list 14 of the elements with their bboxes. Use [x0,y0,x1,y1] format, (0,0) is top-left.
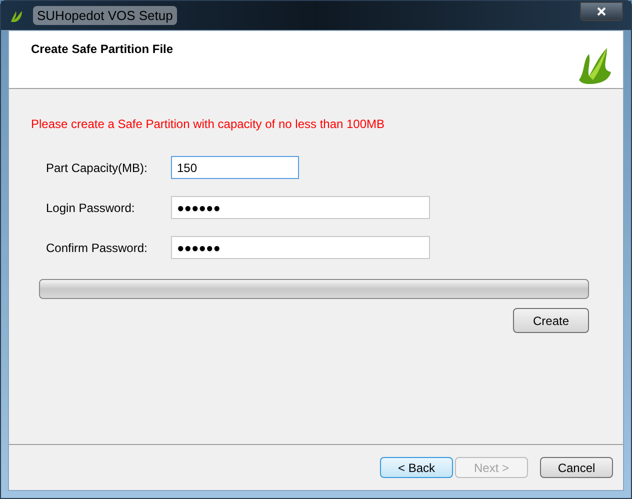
field-label: Login Password: [46,200,136,216]
field-label: Confirm Password: [46,240,148,256]
wizard-button[interactable]: Cancel [540,457,613,478]
input-field[interactable]: ●●●●●● [171,236,430,259]
notice-text: Please create a Safe Partition with capacity of no less than 100MB [31,116,386,133]
field-label: Part Capacity(MB): [46,160,148,176]
page-heading: Create Safe Partition File [31,41,174,58]
wizard-button[interactable]: < Back [380,457,453,478]
input-field[interactable]: 150 [171,156,299,179]
create-button[interactable]: Create [513,308,589,333]
input-field[interactable]: ●●●●●● [171,196,430,219]
close-button[interactable] [580,2,623,21]
window-title: SUHopedot VOS Setup [33,6,177,26]
close-icon [597,7,606,16]
